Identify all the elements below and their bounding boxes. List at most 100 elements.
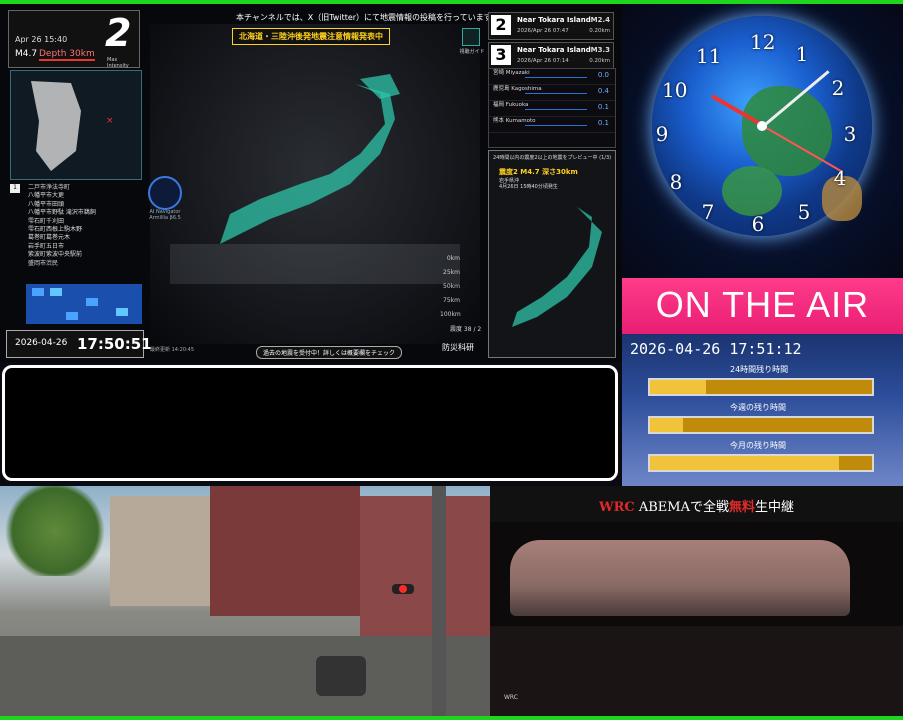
station-wave — [525, 125, 587, 126]
continent-shape — [722, 166, 782, 216]
preview-title: 震度2 M4.7 深さ30km — [499, 168, 578, 176]
japan-map — [150, 24, 480, 344]
clock-numeral: 5 — [797, 200, 811, 224]
quake-list-item[interactable]: 2 Near Tokara Island 2026/Apr 26 07:47 M… — [488, 12, 614, 40]
city-item: 紫波町紫波中央駅前 — [28, 251, 83, 259]
quake-preview-card: 24時間以内の震度2以上の地震をプレビュー中 (1/3) 震度2 M4.7 深さ… — [488, 150, 616, 358]
station-row: 宮崎 Miyazaki 0.0 — [489, 69, 615, 85]
clock-numeral: 10 — [662, 78, 688, 102]
depth-tick: 100km — [440, 311, 461, 318]
bar-label: 24時間残り時間 — [730, 365, 789, 374]
windscreen-view — [510, 540, 850, 616]
minimap-svg: × — [31, 81, 114, 171]
max-intensity-label: Max Intensity — [107, 57, 129, 69]
depth-tick: 25km — [443, 269, 460, 276]
on-air-text: ON THE AIR — [655, 284, 870, 325]
rally-title: WRC ABEMAで全戦無料生中継 — [490, 496, 903, 515]
viewing-guide-icon[interactable] — [462, 28, 480, 46]
clock-numeral: 2 — [831, 76, 845, 100]
bar-fill — [650, 380, 706, 394]
station-wave — [525, 109, 587, 110]
quake-time: 2026/Apr 26 07:47 — [517, 28, 569, 34]
city-item: 八幡平市野駄 滝沢市鵜飼 — [28, 209, 96, 217]
clock-date: 2026-04-26 — [15, 338, 68, 348]
quake-time: 2026/Apr 26 07:14 — [517, 58, 569, 64]
station-value: 0.1 — [597, 103, 609, 111]
past-quake-button[interactable]: 過去の地震を受付中！詳しくは概要欄をチェック — [256, 346, 403, 359]
city-item: 岩手町五日市 — [28, 242, 65, 250]
station-value: 0.4 — [597, 87, 609, 95]
clock-numeral: 1 — [795, 42, 809, 66]
record-time: 最終更新 14:20:45 — [150, 347, 195, 353]
building — [110, 496, 210, 606]
city-item: 雫石町千刈田 — [28, 217, 65, 225]
clock-numeral: 9 — [655, 122, 669, 146]
remaining-month-bar — [648, 454, 874, 472]
message-box — [2, 365, 618, 481]
clock-numeral: 11 — [696, 44, 722, 68]
alert-banner: 北海道・三陸沖後発地震注意情報発表中 — [232, 28, 390, 45]
provider-label: 防災科研 — [442, 343, 474, 352]
quake-location: Near Tokara Island — [517, 16, 591, 24]
clock-numeral: 8 — [669, 170, 683, 194]
intensity-box: Apr 26 15:40 M4.7 Depth 30km 2 Max Inten… — [8, 10, 140, 69]
viewing-guide-label: 視聴ガイド — [459, 49, 485, 55]
continent-shape — [742, 86, 832, 176]
preview-map-svg — [512, 207, 602, 327]
quake-list-item[interactable]: 3 Near Tokara Island 2026/Apr 26 07:14 M… — [488, 42, 614, 70]
bar-fill — [650, 418, 684, 432]
recent-quake-list: 2 Near Tokara Island 2026/Apr 26 07:47 M… — [488, 12, 614, 72]
station-name: 福岡 Fukuoka — [493, 102, 529, 108]
rally-title-free: 無料 — [728, 500, 755, 515]
preview-header: 24時間以内の震度2以上の地震をプレビュー中 (1/3) — [493, 155, 612, 161]
city-rank-badge: 1 — [10, 184, 20, 193]
quake-mag: M2.4 — [590, 16, 610, 24]
utility-pole — [432, 486, 446, 716]
quake-depth-item: 0.20km — [589, 58, 610, 64]
ai-navigator-icon — [148, 176, 182, 210]
bottom-border — [0, 716, 903, 720]
depth-tick: 75km — [443, 297, 460, 304]
red-light-icon — [399, 585, 407, 593]
bar-label: 今月の残り時間 — [730, 441, 786, 450]
regional-minimap: × — [10, 70, 142, 180]
tree — [0, 486, 110, 576]
preview-time: 4月26日 15時40分頃発生 — [499, 184, 558, 190]
rally-title-end: 生中継 — [755, 500, 795, 515]
intensity-stat: 震度 38 / 2 — [450, 326, 482, 333]
station-readings: 宮崎 Miyazaki 0.0 鹿児島 Kagoshima 0.4 福岡 Fuk… — [488, 68, 616, 148]
city-list: 二戸市浄法寺町 八幡平市大更 八幡平市田頭 八幡平市野駄 滝沢市鵜飼 雫石町千刈… — [28, 184, 96, 268]
bar-label: 今週の残り時間 — [730, 403, 786, 412]
city-item: 八幡平市大更 — [28, 192, 65, 200]
world-clock-panel: 12 1 2 3 4 5 6 7 8 9 10 11 — [622, 4, 903, 278]
quake-mag: M3.3 — [590, 46, 610, 54]
quake-depth-item: 0.20km — [589, 28, 610, 34]
station-name: 鹿児島 Kagoshima — [493, 86, 542, 92]
city-item: 八幡平市田頭 — [28, 200, 65, 208]
road — [0, 636, 490, 716]
building — [360, 496, 490, 646]
station-row: 鹿児島 Kagoshima 0.4 — [489, 85, 615, 101]
earthquake-monitor-panel: Apr 26 15:40 M4.7 Depth 30km 2 Max Inten… — [0, 4, 622, 362]
local-clock: 2026-04-26 17:50:51 — [6, 330, 152, 358]
clock-numeral: 12 — [750, 30, 776, 54]
quake-intensity: 2 — [491, 15, 511, 35]
clock-numeral: 6 — [751, 212, 765, 236]
station-row: 福岡 Fukuoka 0.1 — [489, 101, 615, 117]
quake-magnitude: M4.7 — [15, 49, 38, 59]
station-wave — [525, 93, 587, 94]
station-value: 0.1 — [597, 119, 609, 127]
station-row: 熊本 Kumamoto 0.1 — [489, 117, 615, 133]
station-wave — [525, 77, 587, 78]
clock-numeral: 7 — [701, 200, 715, 224]
quake-depth: Depth 30km — [39, 49, 95, 61]
quake-date: Apr 26 15:40 — [15, 35, 68, 44]
city-item: 盛岡市渋民 — [28, 259, 59, 267]
depth-tick: 50km — [443, 283, 460, 290]
bar-fill — [650, 456, 839, 470]
channel-notice: 本チャンネルでは、X（旧Twitter）にて地震情報の投稿を行っています。 — [236, 13, 499, 22]
depth-scale: 0km 25km 50km 75km 100km — [440, 252, 461, 322]
quake-location: Near Tokara Island — [517, 46, 591, 54]
car-dashboard — [490, 626, 903, 716]
rally-title-mid: ABEMAで全戦 — [634, 500, 729, 515]
